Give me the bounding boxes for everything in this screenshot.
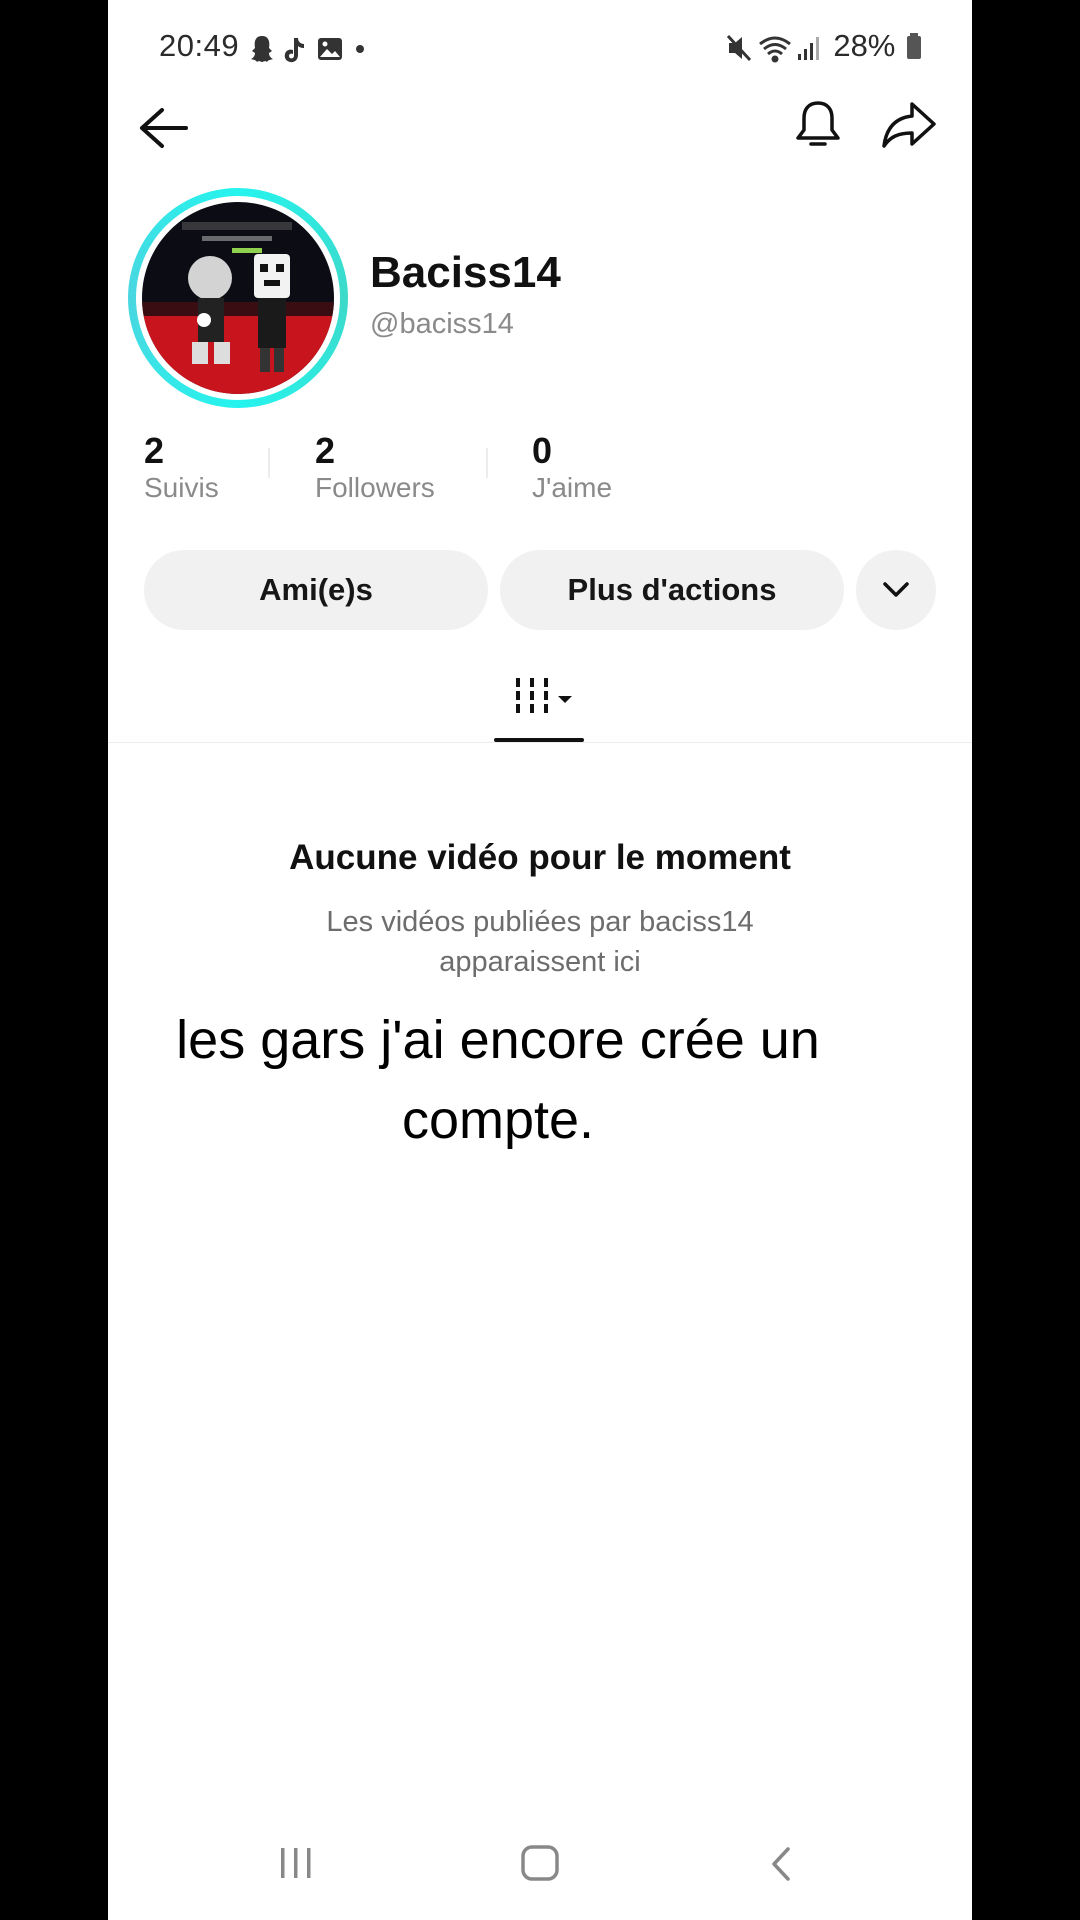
avatar-ring[interactable] <box>128 188 348 408</box>
caret-down-icon <box>558 696 572 703</box>
home-icon[interactable] <box>520 1844 560 1882</box>
avatar-image <box>142 202 334 394</box>
stat-count: 2 <box>315 430 336 471</box>
avatar-frame <box>136 196 340 400</box>
stat-label: Followers <box>315 472 435 503</box>
tab-divider <box>108 742 972 743</box>
empty-state-title: Aucune vidéo pour le moment <box>289 838 791 877</box>
avatar <box>142 202 334 394</box>
chevron-down-icon <box>883 582 909 597</box>
friends-button[interactable]: Ami(e)s <box>144 550 488 630</box>
stat-followers[interactable]: 2 Followers <box>315 430 435 504</box>
stat-likes[interactable]: 0 J'aime <box>532 430 612 504</box>
more-actions-button[interactable]: Plus d'actions <box>500 550 844 630</box>
stat-label: J'aime <box>532 472 613 503</box>
stat-label: Suivis <box>144 472 219 503</box>
bell-icon[interactable] <box>794 98 842 154</box>
wifi-icon <box>759 36 791 63</box>
signal-icon <box>798 37 819 60</box>
back-arrow-icon[interactable] <box>138 106 190 150</box>
battery-icon <box>907 33 921 59</box>
stat-count: 0 <box>532 430 553 471</box>
dot-icon <box>356 45 364 53</box>
stat-divider <box>486 448 488 478</box>
profile-screen: 20:49 28% Baciss14 @baciss14 2 Suivis 2 … <box>108 0 972 1920</box>
gallery-icon <box>318 38 342 60</box>
stat-count: 2 <box>144 430 165 471</box>
stat-divider <box>268 448 270 478</box>
share-icon[interactable] <box>880 100 938 150</box>
overlay-caption: les gars j'ai encore crée un compte. <box>176 1010 820 1150</box>
username: @baciss14 <box>370 308 514 340</box>
status-time: 20:49 <box>159 28 240 63</box>
back-icon[interactable] <box>768 1846 794 1882</box>
status-notification-icons <box>251 36 364 63</box>
display-name: Baciss14 <box>370 248 561 297</box>
battery-percent: 28% <box>833 28 896 63</box>
recents-icon[interactable] <box>278 1846 314 1880</box>
expand-button[interactable] <box>856 550 936 630</box>
snapchat-icon <box>251 36 273 62</box>
tiktok-icon <box>284 38 304 63</box>
status-battery: 28% <box>833 28 922 64</box>
empty-state-description: Les vidéos publiées par baciss14 apparai… <box>326 906 754 978</box>
stat-following[interactable]: 2 Suivis <box>144 430 219 504</box>
mute-icon <box>726 34 752 62</box>
grid-icon[interactable] <box>514 676 578 716</box>
